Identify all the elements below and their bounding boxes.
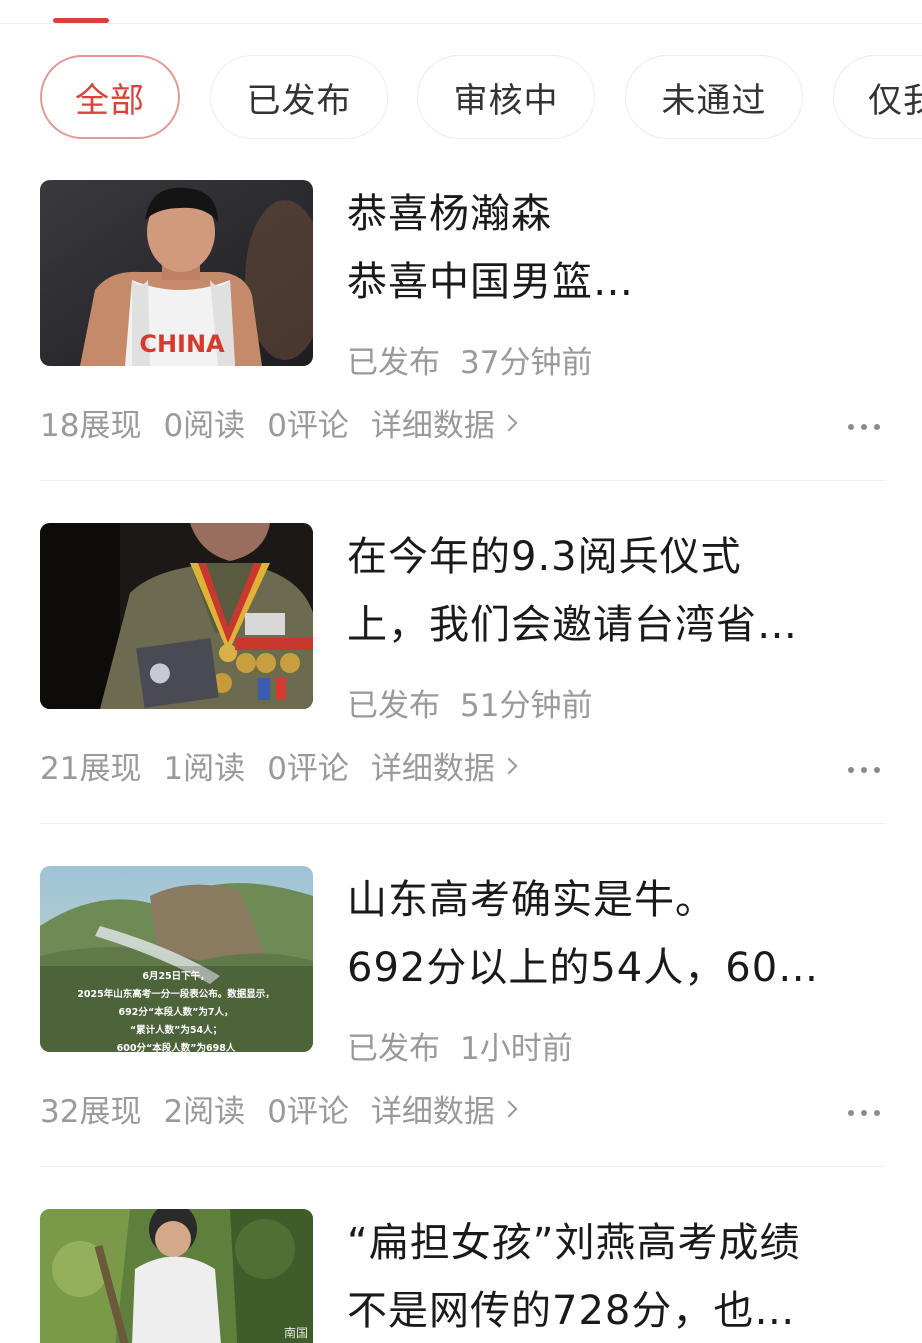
filter-chip-published[interactable]: 已发布 [210,55,388,139]
article-title-line: 692分以上的54人，60… [347,945,820,991]
chevron-right-icon [500,1100,518,1117]
thumb-caption-line: 2025年山东高考一分一段表公布。数据显示， [77,988,274,1000]
detail-data-label: 详细数据 [370,751,495,787]
chevron-right-icon [500,414,518,431]
article-stats-row: 32展现 2阅读 0评论 详细数据 [40,1086,518,1131]
filter-chip-label: 仅我可见 [868,80,922,121]
detail-data-link[interactable]: 详细数据 [370,400,518,445]
publish-status: 已发布 [347,345,440,381]
article-thumbnail[interactable]: 南国 [40,1209,313,1343]
filter-chip-label: 审核中 [453,80,559,121]
article-status-row: 已发布 37分钟前 [347,337,592,382]
thumb-caption-line: “累计人数”为54人； [130,1024,222,1036]
thumb-caption-line: 692分“本段人数”为7人， [119,1006,234,1018]
article-status-row: 已发布 51分钟前 [347,680,592,725]
article-title-line: 恭喜杨瀚森 [347,191,552,237]
divider [40,823,884,824]
image-watermark: 南国 [284,1325,308,1340]
gaokao-news-image: 6月25日下午， 2025年山东高考一分一段表公布。数据显示， 692分“本段人… [40,866,313,1052]
article-title-line: 不是网传的728分，也… [347,1288,796,1334]
top-tab-strip [0,0,922,24]
reads-count: 2阅读 [163,1094,246,1130]
article-item[interactable]: 在今年的9.3阅兵仪式 上，我们会邀请台湾省… 已发布 51分钟前 21展现 1阅… [40,523,884,825]
filter-chip-label: 已发布 [246,80,352,121]
jersey-text: CHINA [139,330,225,358]
publish-time: 37分钟前 [460,345,593,381]
more-options-icon[interactable] [848,1110,880,1116]
article-item[interactable]: 南国 “扁担女孩”刘燕高考成绩 不是网传的728分，也… [40,1209,884,1343]
impressions-count: 21展现 [40,751,142,787]
comments-count: 0评论 [267,408,349,444]
detail-data-link[interactable]: 详细数据 [370,1086,518,1131]
publish-time: 1小时前 [460,1031,573,1067]
detail-data-label: 详细数据 [370,408,495,444]
impressions-count: 32展现 [40,1094,142,1130]
comments-count: 0评论 [267,1094,349,1130]
reads-count: 1阅读 [163,751,246,787]
divider [40,1166,884,1167]
chevron-right-icon [500,757,518,774]
article-status-row: 已发布 1小时前 [347,1023,573,1068]
impressions-count: 18展现 [40,408,142,444]
article-title-line: 山东高考确实是牛。 [347,877,716,923]
more-options-icon[interactable] [848,767,880,773]
filter-chip-label: 未通过 [661,80,767,121]
basketball-player-image: CHINA [40,180,313,366]
article-title[interactable]: “扁担女孩”刘燕高考成绩 不是网传的728分，也… [347,1209,884,1343]
filter-chip-label: 全部 [75,80,145,121]
article-thumbnail[interactable] [40,523,313,709]
comments-count: 0评论 [267,751,349,787]
thumb-caption-line: 6月25日下午， [142,970,209,982]
detail-data-link[interactable]: 详细数据 [370,743,518,788]
reads-count: 0阅读 [163,408,246,444]
publish-status: 已发布 [347,688,440,724]
article-title-line: 在今年的9.3阅兵仪式 [347,534,742,580]
article-item[interactable]: 6月25日下午， 2025年山东高考一分一段表公布。数据显示， 692分“本段人… [40,866,884,1168]
active-tab-indicator [53,18,109,23]
status-filter-bar: 全部 已发布 审核中 未通过 仅我可见 [40,55,922,139]
article-title[interactable]: 山东高考确实是牛。 692分以上的54人，60… [347,866,884,1002]
veteran-medals-image [40,523,313,709]
article-thumbnail[interactable]: 6月25日下午， 2025年山东高考一分一段表公布。数据显示， 692分“本段人… [40,866,313,1052]
publish-status: 已发布 [347,1031,440,1067]
article-title[interactable]: 在今年的9.3阅兵仪式 上，我们会邀请台湾省… [347,523,884,659]
article-title-line: 上，我们会邀请台湾省… [347,602,798,648]
publish-time: 51分钟前 [460,688,593,724]
filter-chip-private[interactable]: 仅我可见 [833,55,922,139]
article-thumbnail[interactable]: CHINA [40,180,313,366]
content-manager-page: 全部 已发布 审核中 未通过 仅我可见 [0,0,922,1343]
article-stats-row: 18展现 0阅读 0评论 详细数据 [40,400,518,445]
filter-chip-reviewing[interactable]: 审核中 [417,55,595,139]
article-title[interactable]: 恭喜杨瀚森 恭喜中国男篮… [347,180,884,316]
filter-chip-rejected[interactable]: 未通过 [625,55,803,139]
more-options-icon[interactable] [848,424,880,430]
filter-chip-all[interactable]: 全部 [40,55,180,139]
divider [40,480,884,481]
thumb-caption-line: 600分“本段人数”为698人 [117,1042,236,1052]
article-title-line: “扁担女孩”刘燕高考成绩 [347,1220,801,1266]
article-item[interactable]: CHINA 恭喜杨瀚森 恭喜中国男篮… 已发布 37分钟前 18展现 0阅读 0评… [40,180,884,482]
article-title-line: 恭喜中国男篮… [347,259,634,305]
article-stats-row: 21展现 1阅读 0评论 详细数据 [40,743,518,788]
shoulder-pole-girl-image: 南国 [40,1209,313,1343]
detail-data-label: 详细数据 [370,1094,495,1130]
